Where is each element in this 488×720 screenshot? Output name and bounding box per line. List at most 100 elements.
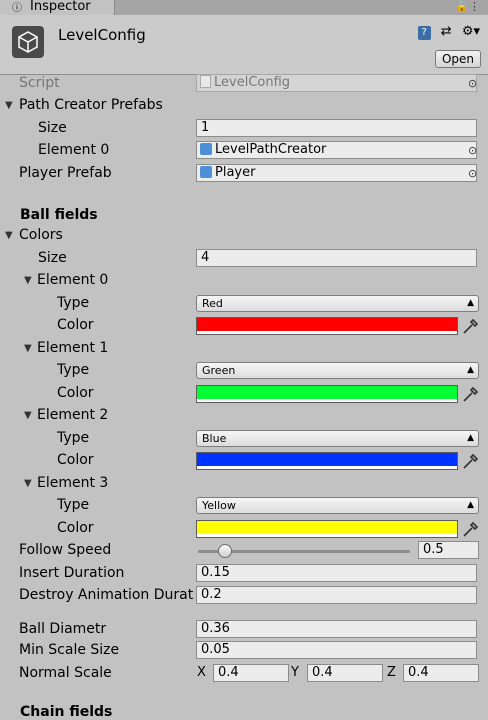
insert-duration-input[interactable]: 0.15 <box>196 564 477 582</box>
element-0-label: Element 0 <box>38 142 110 158</box>
element-label: Element 0 <box>37 272 109 288</box>
type-dropdown[interactable]: Blue ▲ <box>196 430 479 447</box>
object-picker-icon[interactable]: ⊙ <box>468 167 477 180</box>
ball-diametr-row: Ball Diametr 0.36 <box>0 619 488 641</box>
gear-icon[interactable]: ⚙▾ <box>462 24 480 39</box>
slider-knob[interactable] <box>218 544 232 558</box>
destroy-animation-duration-input[interactable]: 0.2 <box>196 586 477 604</box>
ball-diametr-input[interactable]: 0.36 <box>196 620 477 638</box>
preset-icon[interactable]: ⇄ <box>441 24 452 39</box>
type-row: Type Red ▲ <box>0 293 488 315</box>
y-axis-label: Y <box>291 665 299 680</box>
type-label: Type <box>57 295 90 311</box>
path-creator-element0-field[interactable]: LevelPathCreator <box>196 141 477 159</box>
tab-label: Inspector <box>30 0 91 14</box>
type-label: Type <box>57 430 90 446</box>
min-scale-size-input[interactable]: 0.05 <box>196 641 477 659</box>
element-label: Element 1 <box>37 340 109 356</box>
unity-object-icon <box>12 26 44 58</box>
path-creator-size-input[interactable]: 1 <box>196 119 477 137</box>
type-row: Type Green ▲ <box>0 360 488 382</box>
type-row: Type Yellow ▲ <box>0 495 488 517</box>
player-prefab-label: Player Prefab <box>19 165 112 181</box>
destroy-animation-duration-label: Destroy Animation Durat <box>19 587 194 603</box>
color-swatch[interactable] <box>196 385 458 403</box>
follow-speed-label: Follow Speed <box>19 542 112 558</box>
object-picker-icon[interactable]: ⊙ <box>468 144 477 157</box>
dropdown-arrows-icon: ▲ <box>467 365 474 375</box>
tab-inspector[interactable]: ⓘ Inspector <box>0 0 115 15</box>
object-title: LevelConfig <box>58 26 146 44</box>
normal-scale-row: Normal Scale X 0.4 Y 0.4 Z 0.4 <box>0 663 488 685</box>
color-label: Color <box>57 385 94 401</box>
object-picker-icon: ⊙ <box>468 77 478 90</box>
inspector-header: LevelConfig ? ⇄ ⚙▾ Open <box>0 15 488 75</box>
insert-duration-row: Insert Duration 0.15 <box>0 563 488 585</box>
normal-scale-y: Y 0.4 <box>291 664 383 682</box>
foldout-arrow-icon[interactable]: ▼ <box>5 100 13 111</box>
ball-fields-header-row: Ball fields <box>0 205 488 227</box>
element-label: Element 2 <box>37 407 109 423</box>
color-element-2-row[interactable]: ▼ Element 2 <box>0 405 488 427</box>
script-row: Script LevelConfig ⊙ <box>0 73 488 95</box>
normal-scale-y-input[interactable]: 0.4 <box>307 664 383 682</box>
color-row: Color <box>0 518 488 540</box>
ball-diametr-label: Ball Diametr <box>19 621 107 637</box>
foldout-arrow-icon[interactable]: ▼ <box>24 410 32 421</box>
normal-scale-z: Z 0.4 <box>387 664 479 682</box>
insert-duration-label: Insert Duration <box>19 565 125 581</box>
normal-scale-x-input[interactable]: 0.4 <box>213 664 289 682</box>
type-dropdown[interactable]: Yellow ▲ <box>196 497 479 514</box>
min-scale-size-label: Min Scale Size <box>19 642 120 658</box>
x-axis-label: X <box>197 665 206 680</box>
color-element-1-row[interactable]: ▼ Element 1 <box>0 338 488 360</box>
type-label: Type <box>57 497 90 513</box>
colors-row[interactable]: ▼ Colors <box>0 225 488 247</box>
section-header: Ball fields <box>20 207 98 223</box>
section-header-cutoff: Chain fields <box>20 704 113 720</box>
color-swatch[interactable] <box>196 452 458 470</box>
foldout-arrow-icon[interactable]: ▼ <box>24 275 32 286</box>
eyedropper-icon[interactable] <box>462 520 480 542</box>
color-element-0-row[interactable]: ▼ Element 0 <box>0 270 488 292</box>
dropdown-arrows-icon: ▲ <box>467 298 474 308</box>
color-label: Color <box>57 452 94 468</box>
info-icon: ⓘ <box>12 3 22 14</box>
eyedropper-icon[interactable] <box>462 385 480 407</box>
tab-bar: ⓘ Inspector 🔒⋮ <box>0 0 488 16</box>
dropdown-arrows-icon: ▲ <box>467 433 474 443</box>
prefab-cube-icon <box>200 166 212 178</box>
follow-speed-input[interactable]: 0.5 <box>418 541 479 559</box>
normal-scale-z-input[interactable]: 0.4 <box>403 664 479 682</box>
min-scale-size-row: Min Scale Size 0.05 <box>0 640 488 662</box>
colors-label: Colors <box>19 227 63 243</box>
foldout-arrow-icon[interactable]: ▼ <box>24 478 32 489</box>
color-row: Color <box>0 315 488 337</box>
eyedropper-icon[interactable] <box>462 452 480 474</box>
normal-scale-label: Normal Scale <box>19 665 112 681</box>
foldout-arrow-icon[interactable]: ▼ <box>24 343 32 354</box>
type-dropdown[interactable]: Green ▲ <box>196 362 479 379</box>
eyedropper-icon[interactable] <box>462 317 480 339</box>
player-prefab-field[interactable]: Player <box>196 164 477 182</box>
color-row: Color <box>0 383 488 405</box>
color-element-3-row[interactable]: ▼ Element 3 <box>0 473 488 495</box>
colors-size-input[interactable]: 4 <box>196 249 477 267</box>
lock-icon[interactable]: 🔒⋮ <box>455 0 480 13</box>
path-creator-size-row: Size 1 <box>0 118 488 140</box>
foldout-arrow-icon[interactable]: ▼ <box>5 230 13 241</box>
open-button[interactable]: Open <box>435 50 481 68</box>
script-label: Script <box>19 75 60 91</box>
dropdown-arrows-icon: ▲ <box>467 500 474 510</box>
prefab-cube-icon <box>200 143 212 155</box>
type-dropdown[interactable]: Red ▲ <box>196 295 479 312</box>
destroy-animation-duration-row: Destroy Animation Durat 0.2 <box>0 585 488 607</box>
script-field: LevelConfig <box>196 74 477 92</box>
colors-size-row: Size 4 <box>0 248 488 270</box>
type-row: Type Blue ▲ <box>0 428 488 450</box>
path-creator-prefabs-row[interactable]: ▼ Path Creator Prefabs <box>0 95 488 117</box>
help-book-icon[interactable]: ? <box>417 26 431 40</box>
color-swatch[interactable] <box>196 520 458 538</box>
color-row: Color <box>0 450 488 472</box>
color-swatch[interactable] <box>196 317 458 335</box>
